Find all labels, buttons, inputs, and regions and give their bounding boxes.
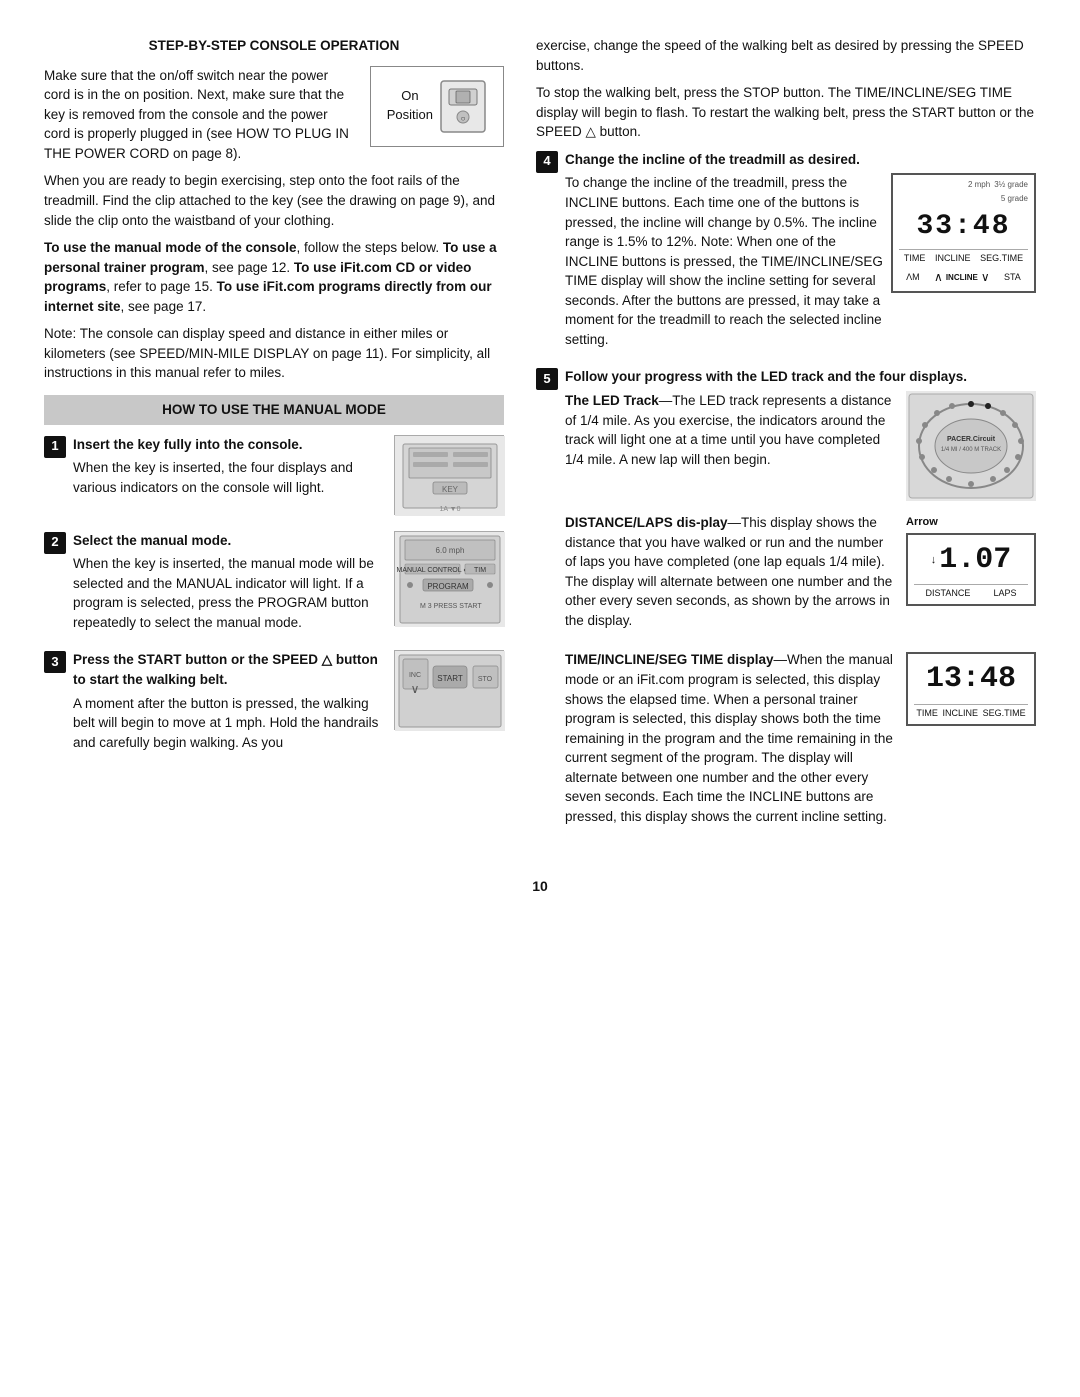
step-1-content: KEY 1A ▼0 Insert the key fully into the … (73, 435, 504, 521)
distance-body: DISTANCE/LAPS dis-play—This display show… (565, 513, 896, 630)
step-3: 3 INC ∨ (44, 650, 504, 760)
seg-time-label: SEG.TIME (983, 707, 1026, 720)
step-5-number: 5 (536, 368, 558, 390)
incline-left-label: ΛM (906, 271, 920, 284)
svg-text:M 3 PRESS START: M 3 PRESS START (420, 603, 482, 610)
incline-small-label-3: 5 grade (1001, 193, 1028, 205)
distance-display-value: 1.07 (939, 539, 1011, 583)
svg-text:TIM: TIM (474, 567, 486, 574)
svg-text:START: START (437, 674, 463, 683)
arrow-label: Arrow (906, 515, 1036, 531)
step-5: 5 Follow your progress with the LED trac… (536, 367, 1036, 846)
incline-small-label-1: 2 mph (968, 179, 990, 191)
manual-mode-heading: HOW TO USE THE MANUAL MODE (44, 395, 504, 425)
svg-text:KEY: KEY (442, 485, 459, 494)
incline-up-icon: ∨ (981, 269, 990, 286)
laps-label: LAPS (993, 587, 1016, 600)
led-track-section: The LED Track—The LED track represents a… (565, 391, 1036, 501)
svg-text:○: ○ (461, 114, 466, 123)
position-label: Position (387, 106, 433, 125)
intro-para-2: When you are ready to begin exercising, … (44, 171, 504, 230)
on-position-illustration: On Position ○ (370, 66, 504, 147)
on-label: On (387, 87, 433, 106)
console-key-image: KEY 1A ▼0 (394, 435, 504, 515)
incline-display: 2 mph 3½ grade 5 grade 33:48 TIME INCLIN… (891, 173, 1036, 292)
svg-text:STO: STO (478, 676, 493, 683)
left-column: STEP-BY-STEP CONSOLE OPERATION On Positi… (44, 36, 504, 856)
step-1: 1 KEY (44, 435, 504, 521)
down-arrow-icon: ↓ (931, 553, 937, 569)
time-labels: TIME INCLINE SEG.TIME (914, 707, 1028, 720)
pacer-circuit-image: PACER.Circuit 1/4 MI / 400 M TRACK (906, 391, 1036, 501)
svg-text:PROGRAM: PROGRAM (427, 582, 469, 591)
step-5-title: Follow your progress with the LED track … (565, 367, 1036, 387)
svg-text:∨: ∨ (411, 682, 420, 696)
svg-text:1A ▼0: 1A ▼0 (440, 506, 461, 513)
right-column: exercise, change the speed of the walkin… (536, 36, 1036, 856)
power-switch-icon: ○ (439, 79, 487, 134)
svg-text:PACER.Circuit: PACER.Circuit (947, 436, 996, 443)
page-number: 10 (44, 876, 1036, 896)
intro-section: On Position ○ Ma (44, 66, 504, 239)
incline-display-value: 33:48 (899, 207, 1028, 251)
svg-text:INC: INC (409, 672, 421, 679)
console-start-image: INC ∨ START STO (394, 650, 504, 730)
step-3-number: 3 (44, 651, 66, 673)
step-2: 2 6.0 mph (44, 531, 504, 641)
time-display: 13:48 TIME INCLINE SEG.TIME (906, 652, 1036, 726)
incline-right-label: STA (1004, 271, 1021, 284)
time-label: TIME (916, 707, 938, 720)
console-program-image: 6.0 mph MANUAL CONTROL ● TIM PROGRAM (394, 531, 504, 626)
step-2-number: 2 (44, 532, 66, 554)
incline-button-label: INCLINE (946, 272, 978, 284)
time-display-value: 13:48 (914, 658, 1028, 705)
right-intro-2: To stop the walking belt, press the STOP… (536, 83, 1036, 142)
step-3-content: INC ∨ START STO Press the S (73, 650, 504, 760)
step-2-content: 6.0 mph MANUAL CONTROL ● TIM PROGRAM (73, 531, 504, 641)
step-4-content: Change the incline of the treadmill as d… (565, 150, 1036, 358)
step-4-body: To change the incline of the treadmill, … (565, 173, 883, 349)
incline-label-time: TIME (904, 252, 926, 265)
step-4-number: 4 (536, 151, 558, 173)
svg-text:1/4 MI / 400 M TRACK: 1/4 MI / 400 M TRACK (941, 447, 1001, 453)
distance-label: DISTANCE (926, 587, 971, 600)
incline-small-label-2: 3½ grade (994, 179, 1028, 191)
distance-labels: DISTANCE LAPS (914, 587, 1028, 600)
incline-label-incline: INCLINE (935, 252, 971, 265)
svg-text:MANUAL CONTROL ●: MANUAL CONTROL ● (397, 567, 468, 574)
page: STEP-BY-STEP CONSOLE OPERATION On Positi… (0, 0, 1080, 1397)
step-1-number: 1 (44, 436, 66, 458)
right-intro-1: exercise, change the speed of the walkin… (536, 36, 1036, 75)
distance-display: Arrow ↓ 1.07 DISTANCE LAPS (906, 515, 1036, 606)
incline-time-label: INCLINE (942, 707, 978, 720)
svg-text:6.0 mph: 6.0 mph (436, 546, 465, 555)
incline-down-icon: ∧ (934, 269, 943, 286)
time-body: TIME/INCLINE/SEG TIME display—When the m… (565, 650, 898, 826)
note-para: Note: The console can display speed and … (44, 324, 504, 383)
led-track-body: The LED Track—The LED track represents a… (565, 391, 896, 469)
incline-label-seg: SEG.TIME (980, 252, 1023, 265)
distance-laps-section: DISTANCE/LAPS dis-play—This display show… (565, 513, 1036, 638)
bold-para: To use the manual mode of the console, f… (44, 238, 504, 316)
incline-display-labels: TIME INCLINE SEG.TIME (899, 252, 1028, 265)
step-4: 4 Change the incline of the treadmill as… (536, 150, 1036, 358)
time-incline-section: TIME/INCLINE/SEG TIME display—When the m… (565, 650, 1036, 834)
step-5-content: Follow your progress with the LED track … (565, 367, 1036, 846)
step-by-step-heading: STEP-BY-STEP CONSOLE OPERATION (44, 36, 504, 56)
step-4-title: Change the incline of the treadmill as d… (565, 150, 1036, 170)
